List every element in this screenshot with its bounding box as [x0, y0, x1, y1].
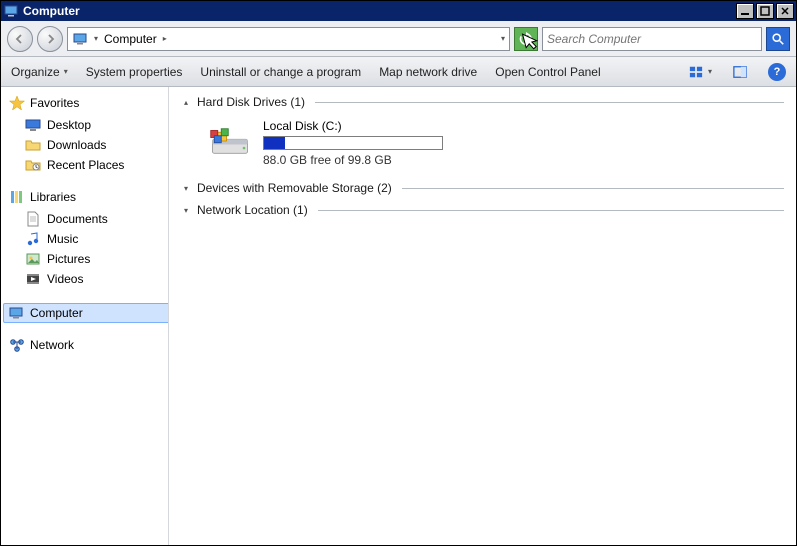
- sidebar-libraries-header[interactable]: Libraries: [9, 189, 168, 205]
- maximize-button[interactable]: [756, 3, 774, 19]
- sidebar-item-network[interactable]: Network: [9, 337, 168, 353]
- group-network-location[interactable]: ▾ Network Location (1): [181, 203, 784, 217]
- organize-label: Organize: [11, 65, 60, 79]
- view-dropdown[interactable]: ▾: [708, 67, 712, 76]
- music-icon: [25, 231, 41, 247]
- drive-usage-bar: [263, 136, 443, 150]
- desktop-icon: [25, 117, 41, 133]
- back-button[interactable]: [7, 26, 33, 52]
- map-network-drive-button[interactable]: Map network drive: [379, 65, 477, 79]
- minimize-button[interactable]: [736, 3, 754, 19]
- drive-free-space: 88.0 GB free of 99.8 GB: [263, 153, 443, 167]
- network-icon: [9, 337, 25, 353]
- change-view-button[interactable]: [686, 62, 706, 82]
- sidebar-item-desktop[interactable]: Desktop: [9, 115, 168, 135]
- computer-icon: [3, 3, 19, 19]
- hard-drive-icon: [209, 127, 251, 159]
- videos-icon: [25, 271, 41, 287]
- expand-arrow-icon: ▾: [181, 206, 191, 215]
- sidebar-item-music[interactable]: Music: [9, 229, 168, 249]
- computer-icon: [8, 305, 24, 321]
- crumb-separator-icon[interactable]: ▸: [161, 34, 169, 43]
- pictures-icon: [25, 251, 41, 267]
- sidebar-item-downloads[interactable]: Downloads: [9, 135, 168, 155]
- breadcrumb[interactable]: Computer: [104, 32, 157, 46]
- search-button[interactable]: [766, 27, 790, 51]
- sidebar: Favorites Desktop Downloads Recent Place…: [1, 87, 169, 545]
- sidebar-item-videos[interactable]: Videos: [9, 269, 168, 289]
- open-control-panel-button[interactable]: Open Control Panel: [495, 65, 600, 79]
- system-properties-button[interactable]: System properties: [86, 65, 183, 79]
- address-history-dropdown[interactable]: ▾: [501, 34, 505, 43]
- folder-icon: [25, 137, 41, 153]
- group-hard-disk-drives[interactable]: ▴ Hard Disk Drives (1): [181, 95, 784, 109]
- separator: [315, 102, 784, 103]
- sidebar-item-computer[interactable]: Computer: [3, 303, 168, 323]
- window-title: Computer: [23, 4, 736, 18]
- chevron-down-icon: ▾: [64, 67, 68, 76]
- collapse-arrow-icon: ▴: [181, 98, 191, 107]
- uninstall-program-button[interactable]: Uninstall or change a program: [200, 65, 361, 79]
- organize-menu[interactable]: Organize ▾: [11, 65, 68, 79]
- content-pane: ▴ Hard Disk Drives (1): [169, 87, 796, 545]
- sidebar-item-recent-places[interactable]: Recent Places: [9, 155, 168, 175]
- refresh-button[interactable]: [514, 27, 538, 51]
- sidebar-item-pictures[interactable]: Pictures: [9, 249, 168, 269]
- search-input[interactable]: [547, 32, 757, 46]
- documents-icon: [25, 211, 41, 227]
- computer-icon: [72, 31, 88, 47]
- forward-button[interactable]: [37, 26, 63, 52]
- separator: [318, 210, 784, 211]
- address-bar[interactable]: ▾ Computer ▸ ▾: [67, 27, 510, 51]
- separator: [402, 188, 784, 189]
- close-button[interactable]: [776, 3, 794, 19]
- titlebar: Computer: [1, 1, 796, 21]
- crumb-separator-icon[interactable]: ▾: [92, 34, 100, 43]
- navigation-bar: ▾ Computer ▸ ▾: [1, 21, 796, 57]
- help-button[interactable]: ?: [768, 63, 786, 81]
- toolbar: Organize ▾ System properties Uninstall o…: [1, 57, 796, 87]
- drive-name: Local Disk (C:): [263, 119, 443, 133]
- star-icon: [9, 95, 25, 111]
- libraries-icon: [9, 189, 25, 205]
- search-box[interactable]: [542, 27, 762, 51]
- sidebar-favorites-header[interactable]: Favorites: [9, 95, 168, 111]
- recent-icon: [25, 157, 41, 173]
- preview-pane-button[interactable]: [730, 62, 750, 82]
- expand-arrow-icon: ▾: [181, 184, 191, 193]
- drive-local-disk-c[interactable]: Local Disk (C:) 88.0 GB free of 99.8 GB: [181, 109, 784, 173]
- sidebar-item-documents[interactable]: Documents: [9, 209, 168, 229]
- group-removable-storage[interactable]: ▾ Devices with Removable Storage (2): [181, 181, 784, 195]
